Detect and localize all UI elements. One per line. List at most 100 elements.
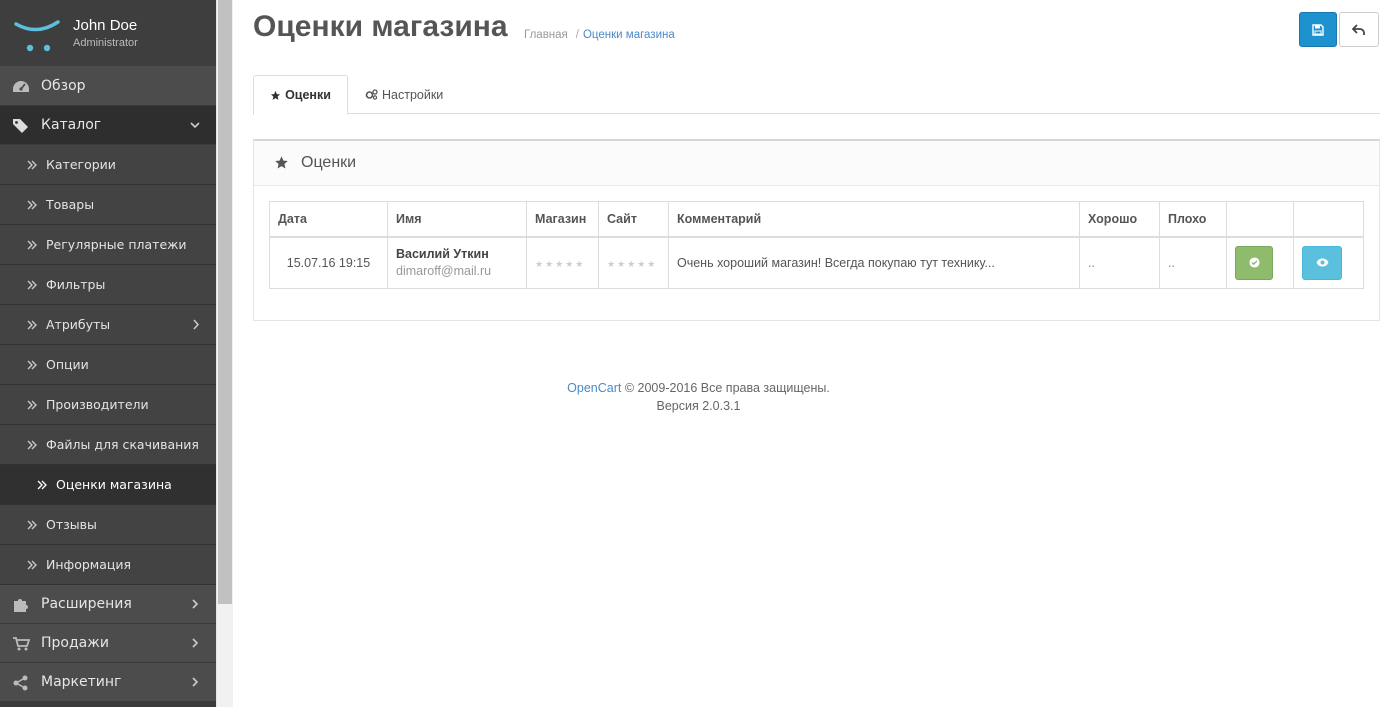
sidebar-item-filters[interactable]: Фильтры xyxy=(0,265,216,305)
tab-ratings[interactable]: Оценки xyxy=(253,75,348,115)
column-header[interactable]: Комментарий xyxy=(668,201,1080,238)
share-icon xyxy=(13,675,28,691)
reply-icon xyxy=(1352,23,1365,35)
nav-extensions-label: Расширения xyxy=(41,596,132,612)
customer-name: Василий Уткин xyxy=(396,247,489,262)
column-header[interactable]: Хорошо xyxy=(1079,201,1160,238)
panel-title: Оценки xyxy=(301,154,357,171)
main-content: Оценки магазина Главная / Оценки магазина … xyxy=(233,0,1395,707)
tags-icon xyxy=(13,119,28,133)
sidebar-item-options[interactable]: Опции xyxy=(0,345,216,385)
scrollbar-thumb[interactable] xyxy=(218,0,232,604)
star-icon xyxy=(270,90,281,100)
gears-icon xyxy=(365,89,378,100)
nav-overview[interactable]: Обзор xyxy=(0,67,216,106)
ratings-table: Дата Имя Магазин Сайт Комментарий Хорошо… xyxy=(269,201,1364,289)
double-chevron-icon xyxy=(27,160,37,170)
cell-approve xyxy=(1226,236,1294,289)
sidebar-item-attributes[interactable]: Атрибуты xyxy=(0,305,216,345)
cell-date: 15.07.16 19:15 xyxy=(269,236,388,289)
sidebar-item-label: Производители xyxy=(46,397,149,412)
eye-icon xyxy=(1316,258,1328,267)
column-header[interactable]: Дата xyxy=(269,201,388,238)
column-header[interactable]: Магазин xyxy=(526,201,599,238)
version-text: Версия 2.0.3.1 xyxy=(656,399,741,413)
cart-icon xyxy=(13,637,30,651)
bad-value: .. xyxy=(1168,255,1175,270)
copyright-text: © 2009-2016 Все права защищены. xyxy=(621,381,830,395)
cell-name: Василий Уткин dimaroff@mail.ru xyxy=(387,236,527,289)
cell-shop-rating: ★★★★★ xyxy=(526,236,599,289)
column-header-empty xyxy=(1293,201,1364,238)
sidebar-item-recurring[interactable]: Регулярные платежи xyxy=(0,225,216,265)
view-button[interactable] xyxy=(1302,245,1342,280)
tab-settings[interactable]: Настройки xyxy=(365,75,443,114)
nav-sales[interactable]: Продажи xyxy=(0,624,216,663)
chevron-down-icon xyxy=(190,122,200,129)
table-row: 15.07.16 19:15 Василий Уткин dimaroff@ma… xyxy=(269,236,1364,289)
sidebar-item-categories[interactable]: Категории xyxy=(0,145,216,185)
nav-extensions[interactable]: Расширения xyxy=(0,585,216,624)
puzzle-icon xyxy=(14,599,28,612)
approve-button[interactable] xyxy=(1235,245,1273,280)
dashboard-icon xyxy=(13,81,29,92)
nav-marketing-label: Маркетинг xyxy=(41,674,122,690)
breadcrumb-current[interactable]: Оценки магазина xyxy=(583,29,675,41)
sidebar-item-information[interactable]: Информация xyxy=(0,545,216,585)
sidebar-item-label: Регулярные платежи xyxy=(46,237,187,252)
breadcrumb-home[interactable]: Главная xyxy=(524,29,568,41)
tab-ratings-label: Оценки xyxy=(285,88,331,102)
sidebar-item-products[interactable]: Товары xyxy=(0,185,216,225)
double-chevron-icon xyxy=(27,560,37,570)
opencart-link[interactable]: OpenCart xyxy=(567,381,621,395)
nav-catalog[interactable]: Каталог xyxy=(0,106,216,145)
column-header[interactable]: Плохо xyxy=(1159,201,1227,238)
cell-comment: Очень хороший магазин! Всегда покупаю ту… xyxy=(668,236,1080,289)
star-rating: ★★★★★ xyxy=(607,258,658,269)
page-title: Оценки магазина xyxy=(253,10,508,43)
nav-sales-label: Продажи xyxy=(41,635,109,651)
sidebar-item-label: Информация xyxy=(46,557,132,572)
save-button[interactable] xyxy=(1299,12,1337,47)
sidebar-item-store-ratings[interactable]: Оценки магазина xyxy=(0,465,216,505)
chevron-right-icon xyxy=(192,677,199,687)
column-header[interactable]: Сайт xyxy=(598,201,669,238)
sidebar-item-label: Файлы для скачивания xyxy=(46,437,199,452)
profile: John Doe Administrator xyxy=(0,0,216,67)
sidebar-item-label: Опции xyxy=(46,357,89,372)
nav-catalog-label: Каталог xyxy=(41,117,102,133)
column-header[interactable]: Имя xyxy=(387,201,527,238)
breadcrumb: Главная / Оценки магазина xyxy=(524,29,675,41)
user-name: John Doe xyxy=(73,17,138,34)
user-role: Administrator xyxy=(73,37,138,49)
sidebar-item-label: Оценки магазина xyxy=(56,477,172,492)
sidebar-item-downloads[interactable]: Файлы для скачивания xyxy=(0,425,216,465)
double-chevron-icon xyxy=(27,240,37,250)
column-header-empty xyxy=(1226,201,1294,238)
double-chevron-icon xyxy=(27,440,37,450)
chevron-right-icon xyxy=(192,599,199,609)
sidebar-item-manufacturers[interactable]: Производители xyxy=(0,385,216,425)
chevron-right-icon xyxy=(193,319,200,330)
cell-bad: .. xyxy=(1159,236,1227,289)
good-value: .. xyxy=(1088,255,1095,270)
sidebar-item-reviews[interactable]: Отзывы xyxy=(0,505,216,545)
sidebar-scrollbar[interactable] xyxy=(216,0,233,707)
ratings-panel: Оценки Дата Имя Магазин Сайт Комментарий… xyxy=(253,139,1380,321)
double-chevron-icon xyxy=(27,320,37,330)
check-circle-icon xyxy=(1248,257,1260,268)
chevron-right-icon xyxy=(192,638,199,648)
double-chevron-icon xyxy=(27,360,37,370)
nav-marketing[interactable]: Маркетинг xyxy=(0,663,216,702)
sidebar-item-label: Фильтры xyxy=(46,277,106,292)
back-button[interactable] xyxy=(1339,12,1379,47)
panel-header: Оценки xyxy=(254,141,1379,186)
star-rating: ★★★★★ xyxy=(535,258,586,269)
cell-view xyxy=(1293,236,1364,289)
breadcrumb-separator: / xyxy=(575,29,579,41)
tabs: Оценки Настройки xyxy=(253,75,1380,115)
star-icon xyxy=(275,156,288,169)
double-chevron-icon xyxy=(27,280,37,290)
sidebar-item-label: Категории xyxy=(46,157,116,172)
customer-email: dimaroff@mail.ru xyxy=(396,264,492,279)
